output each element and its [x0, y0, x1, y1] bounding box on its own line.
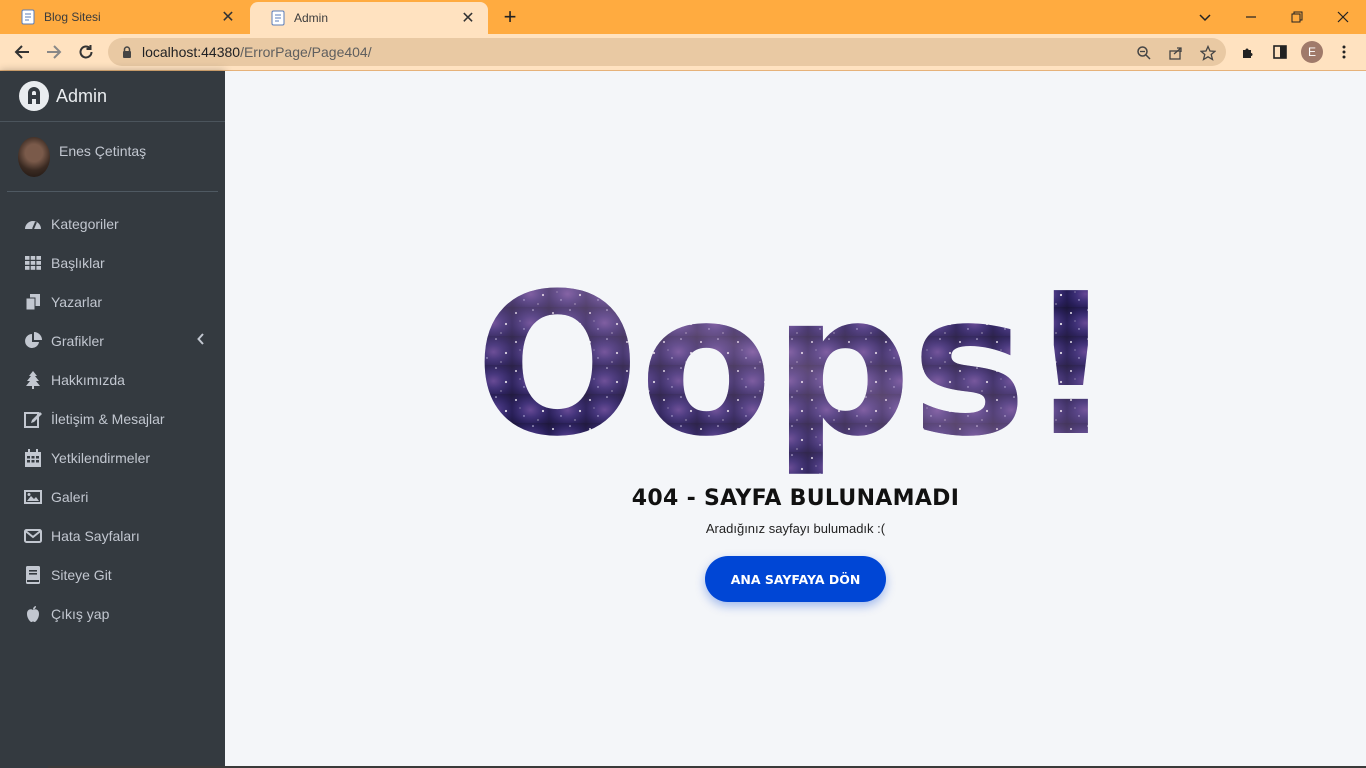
extensions-icon[interactable]: [1237, 41, 1259, 63]
book-icon: [24, 565, 42, 584]
browser-toolbar: localhost:44380/ErrorPage/Page404/: [0, 34, 1366, 71]
new-tab-icon[interactable]: +: [498, 4, 522, 30]
share-icon[interactable]: [1165, 42, 1187, 64]
image-icon: [24, 488, 42, 506]
error-title: 404 - SAYFA BULUNAMADI: [631, 486, 960, 511]
browser-tab-blog[interactable]: Blog Sitesi ✕: [0, 0, 248, 34]
sidebar-item-yazarlar[interactable]: Yazarlar: [0, 282, 225, 321]
envelope-icon: [24, 527, 42, 545]
browser-tab-strip: Blog Sitesi ✕ Admin ✕ +: [0, 0, 1366, 34]
sidebar-nav: Kategoriler Başlıklar Yazarlar Grafikler…: [0, 204, 225, 633]
sidebar-item-siteye-git[interactable]: Siteye Git: [0, 555, 225, 594]
apple-icon: [24, 605, 42, 623]
back-arrow-icon[interactable]: [8, 38, 36, 66]
user-name[interactable]: Enes Çetintaş: [59, 143, 146, 159]
pie-chart-icon: [24, 331, 42, 350]
page-icon: [20, 9, 36, 25]
reload-icon[interactable]: [72, 38, 100, 66]
sidebar-item-kategoriler[interactable]: Kategoriler: [0, 204, 225, 243]
minimize-icon[interactable]: [1228, 0, 1274, 34]
brand-text: Admin: [56, 85, 108, 106]
back-to-home-button[interactable]: ANA SAYFAYA DÖN: [705, 556, 886, 602]
oops-text-glow: Oops!: [475, 278, 1115, 478]
sidebar-item-label: Siteye Git: [51, 566, 112, 583]
zoom-icon[interactable]: [1133, 42, 1155, 64]
main-content: Oops! Oops! 404 - SAYFA BULUNAMADI Aradı…: [225, 71, 1366, 768]
tachometer-icon: [24, 215, 42, 233]
sidebar-item-hata-sayfalari[interactable]: Hata Sayfaları: [0, 516, 225, 555]
url-host: localhost:44380: [142, 44, 241, 60]
url-path: /ErrorPage/Page404/: [240, 44, 372, 60]
side-panel-icon[interactable]: [1269, 41, 1291, 63]
star-icon[interactable]: [1197, 42, 1219, 64]
close-icon[interactable]: ✕: [460, 8, 476, 28]
sidebar-item-label: Hata Sayfaları: [51, 527, 140, 544]
sidebar-item-label: Galeri: [51, 488, 89, 505]
url-text: localhost:44380/ErrorPage/Page404/: [142, 44, 372, 60]
sidebar-item-label: Yetkilendirmeler: [51, 449, 151, 466]
chevron-left-icon[interactable]: [197, 333, 205, 348]
browser-tab-admin[interactable]: Admin ✕: [250, 2, 488, 34]
avatar: [18, 136, 50, 177]
sidebar-item-label: Hakkımızda: [51, 371, 125, 388]
close-icon[interactable]: ✕: [220, 7, 236, 27]
sidebar-item-iletisim[interactable]: İletişim & Mesajlar: [0, 399, 225, 438]
sidebar-item-label: Başlıklar: [51, 254, 105, 271]
tree-icon: [24, 370, 42, 389]
sidebar-item-label: Grafikler: [51, 332, 104, 349]
lock-icon[interactable]: [120, 45, 134, 59]
close-window-icon[interactable]: [1320, 0, 1366, 34]
calendar-icon: [24, 448, 42, 467]
restore-icon[interactable]: [1274, 0, 1320, 34]
edit-icon: [24, 410, 42, 428]
sidebar-item-label: Çıkış yap: [51, 605, 110, 622]
sidebar: Admin Enes Çetintaş Kategoriler Başlıkla…: [0, 71, 225, 768]
copy-icon: [24, 293, 42, 311]
tab-search-chevron-icon[interactable]: [1182, 0, 1228, 34]
sidebar-item-label: Kategoriler: [51, 215, 119, 232]
forward-arrow-icon[interactable]: [40, 38, 68, 66]
address-bar[interactable]: localhost:44380/ErrorPage/Page404/: [108, 38, 1226, 66]
page-icon: [270, 10, 286, 26]
admin-logo-icon: [19, 81, 49, 111]
sidebar-item-yetkilendirmeler[interactable]: Yetkilendirmeler: [0, 438, 225, 477]
tab-title: Admin: [294, 11, 329, 25]
more-menu-icon[interactable]: [1333, 41, 1355, 63]
profile-avatar[interactable]: E: [1301, 41, 1323, 63]
oops-heading: Oops! Oops!: [475, 278, 1115, 478]
error-subtitle: Aradığınız sayfayı bulumadık :(: [705, 521, 886, 536]
sidebar-item-galeri[interactable]: Galeri: [0, 477, 225, 516]
sidebar-item-label: İletişim & Mesajlar: [51, 410, 165, 427]
sidebar-item-grafikler[interactable]: Grafikler: [0, 321, 225, 360]
sidebar-item-hakkimizda[interactable]: Hakkımızda: [0, 360, 225, 399]
table-grid-icon: [24, 254, 42, 272]
user-panel[interactable]: Enes Çetintaş: [7, 122, 218, 192]
sidebar-item-cikis[interactable]: Çıkış yap: [0, 594, 225, 633]
brand-link[interactable]: Admin: [0, 71, 225, 122]
tab-title: Blog Sitesi: [44, 10, 101, 24]
sidebar-item-label: Yazarlar: [51, 293, 103, 310]
sidebar-item-basliklar[interactable]: Başlıklar: [0, 243, 225, 282]
